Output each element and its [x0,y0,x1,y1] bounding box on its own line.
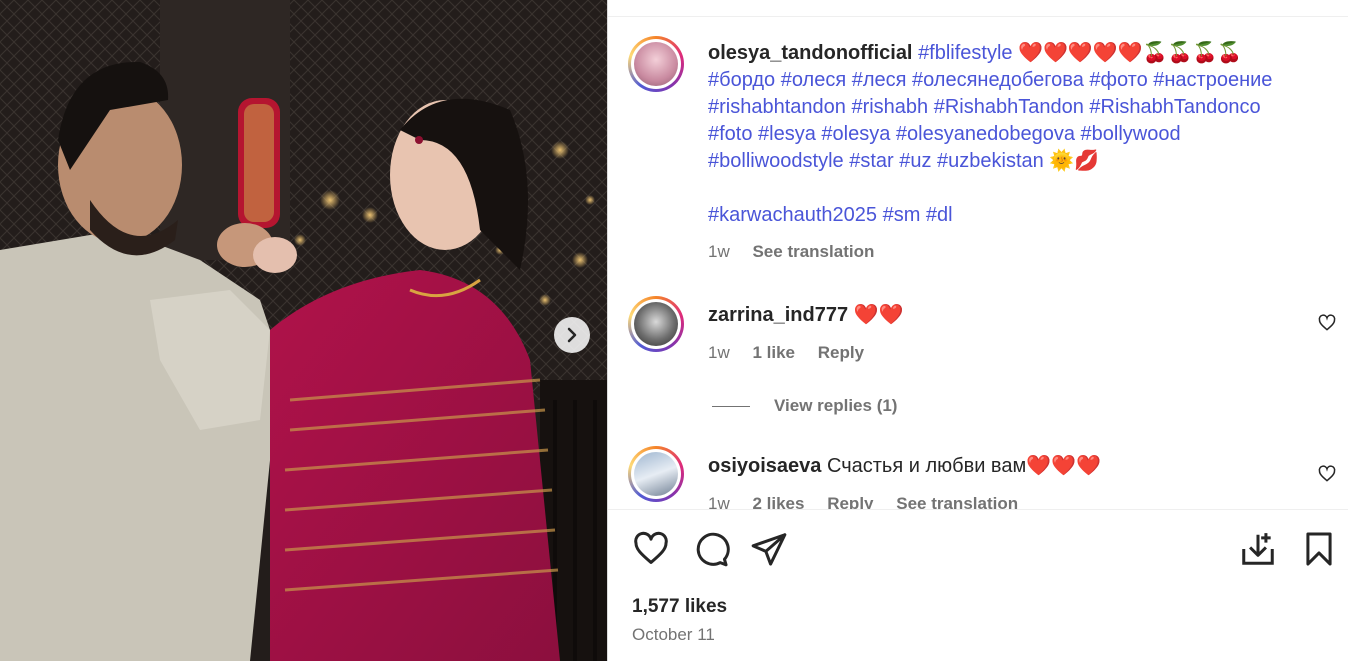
hashtag-line[interactable]: #foto #lesya #olesya #olesyanedobegova #… [708,123,1181,145]
comment-icon[interactable] [692,530,730,568]
emoji-text: ❤️❤️❤️ [1026,455,1101,477]
heart-icon[interactable] [632,530,670,568]
caption-meta: 1w See translation [708,242,892,262]
author-username[interactable]: olesya_tandonofficial [708,42,913,64]
see-translation-link[interactable]: See translation [896,494,1018,509]
reply-button[interactable]: Reply [818,343,864,362]
comment-time[interactable]: 1w [708,343,730,362]
see-translation-link[interactable]: See translation [752,242,874,261]
view-replies-button[interactable]: View replies (1) [712,396,897,416]
post-caption: olesya_tandonofficial #fblifestyle ❤️❤️❤… [708,40,1328,229]
comments-scroll-area[interactable]: olesya_tandonofficial #fblifestyle ❤️❤️❤… [608,17,1348,509]
like-comment-heart-icon[interactable] [1317,464,1337,484]
chevron-right-icon [567,327,577,343]
like-comment-heart-icon[interactable] [1317,313,1337,333]
comment-meta: 1w 1 like Reply [708,343,882,363]
likes-count[interactable]: 1,577 likes [632,596,727,618]
reply-button[interactable]: Reply [827,494,873,509]
post-date[interactable]: October 11 [632,625,715,645]
comment-text: ❤️❤️ [853,304,904,326]
hashtag-line[interactable]: #rishabhtandon #rishabh #RishabhTandon #… [708,96,1261,118]
post-details-pane: olesya_tandonofficial #fblifestyle ❤️❤️❤… [607,0,1348,661]
emoji-text: 🌞💋 [1049,150,1100,172]
save-to-collection-icon[interactable] [1239,530,1277,568]
comment-meta: 1w 2 likes Reply See translation [708,494,1036,509]
hashtag-line[interactable]: #bolliwoodstyle #star #uz #uzbekistan [708,150,1044,172]
post-photo[interactable] [0,0,607,661]
comment-text: Счастья и любви вам [826,455,1027,477]
photo-illustration [0,0,607,661]
share-icon[interactable] [750,530,788,568]
post-actions: 1,577 likes October 11 [608,509,1348,662]
author-avatar[interactable] [628,36,684,92]
comment-time[interactable]: 1w [708,494,730,509]
commenter-username[interactable]: zarrina_ind777 [708,304,848,326]
hashtag-line[interactable]: #karwachauth2025 #sm #dl [708,204,953,226]
commenter-avatar[interactable] [628,446,684,502]
commenter-avatar[interactable] [628,296,684,352]
comment-row: zarrina_ind777 ❤️❤️ [708,302,903,327]
next-photo-button[interactable] [554,317,590,353]
commenter-username[interactable]: osiyoisaeva [708,455,821,477]
hashtag[interactable]: #fblifestyle [918,42,1013,64]
bookmark-icon[interactable] [1300,530,1338,568]
hashtag-line[interactable]: #бордо #олеся #леся #олесянедобегова #фо… [708,69,1272,91]
comment-likes[interactable]: 2 likes [752,494,804,509]
emoji-text: ❤️❤️❤️❤️❤️🍒🍒🍒🍒 [1018,42,1243,64]
comment-likes[interactable]: 1 like [752,343,795,362]
comment-row: osiyoisaeva Счастья и любви вам❤️❤️❤️ [708,453,1101,478]
caption-time[interactable]: 1w [708,242,730,261]
